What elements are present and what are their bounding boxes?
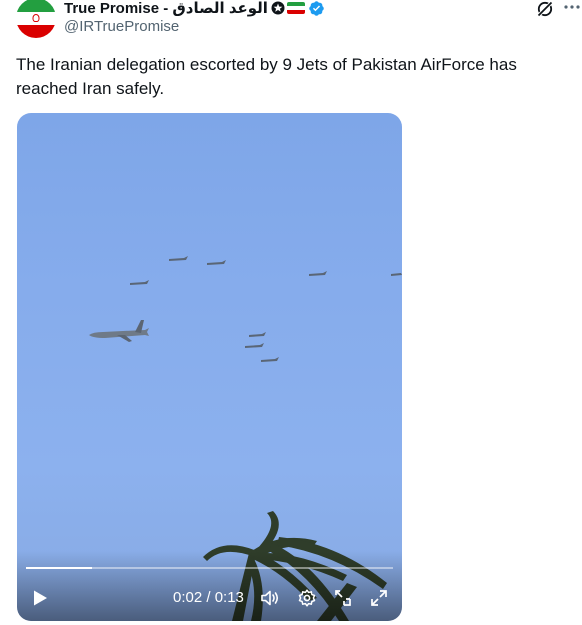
progress-fill: [26, 567, 93, 569]
settings-icon[interactable]: [297, 588, 317, 608]
more-icon: [564, 5, 580, 9]
author-handle[interactable]: @IRTruePromise: [64, 18, 179, 35]
grok-icon: [537, 1, 553, 17]
controls-gradient: [17, 551, 402, 621]
author-name-row[interactable]: True Promise - الوعد الصادق: [64, 0, 325, 18]
progress-bar[interactable]: [26, 567, 393, 569]
name-badges: [271, 1, 305, 15]
avatar[interactable]: [16, 0, 56, 38]
grok-button[interactable]: [534, 0, 556, 20]
video-time: 0:02 / 0:13: [173, 589, 244, 606]
video-frame: [89, 256, 402, 621]
iran-emblem-icon: [32, 14, 40, 23]
pip-icon[interactable]: [333, 588, 353, 608]
khomeini-star-icon: [271, 1, 285, 15]
display-name[interactable]: True Promise - الوعد الصادق: [64, 0, 268, 17]
video-player[interactable]: 0:02 / 0:13: [17, 113, 402, 621]
iran-flag-icon: [286, 2, 305, 14]
jets: [130, 256, 402, 362]
more-button[interactable]: [562, 0, 582, 17]
play-icon[interactable]: [31, 589, 49, 607]
tweet-text: The Iranian delegation escorted by 9 Jet…: [16, 55, 517, 98]
verified-badge-icon: [309, 0, 324, 16]
airliner: [89, 320, 149, 342]
fullscreen-icon[interactable]: [369, 588, 389, 608]
volume-icon[interactable]: [260, 588, 280, 608]
